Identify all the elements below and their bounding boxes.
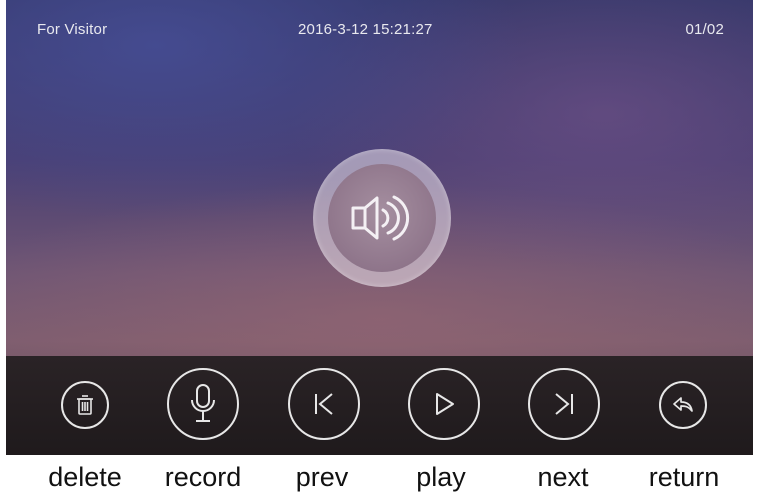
- datetime-display: 2016-3-12 15:21:27: [298, 21, 433, 38]
- trash-icon: [77, 395, 93, 415]
- record-caption: record: [164, 462, 242, 492]
- play-button[interactable]: [408, 368, 480, 440]
- play-caption: play: [416, 462, 466, 492]
- return-icon: [673, 397, 693, 412]
- play-icon: [436, 393, 454, 415]
- page-counter: 01/02: [685, 21, 724, 38]
- return-button[interactable]: [659, 381, 707, 429]
- playback-toolbar: [6, 356, 753, 455]
- delete-caption: delete: [48, 462, 122, 492]
- delete-button[interactable]: [61, 381, 109, 429]
- next-button[interactable]: [528, 368, 600, 440]
- prev-button[interactable]: [288, 368, 360, 440]
- playback-indicator: [313, 149, 451, 287]
- intercom-screen: For Visitor 2016-3-12 15:21:27 01/02: [6, 0, 753, 455]
- return-caption: return: [648, 462, 720, 492]
- speaker-playing-icon: [328, 164, 436, 272]
- next-caption: next: [537, 462, 589, 492]
- record-button[interactable]: [167, 368, 239, 440]
- microphone-icon: [191, 384, 215, 422]
- mode-label: For Visitor: [37, 21, 108, 38]
- button-captions: delete record prev play next return: [0, 458, 759, 499]
- prev-caption: prev: [295, 462, 349, 492]
- previous-icon: [315, 393, 333, 415]
- next-icon: [555, 393, 573, 415]
